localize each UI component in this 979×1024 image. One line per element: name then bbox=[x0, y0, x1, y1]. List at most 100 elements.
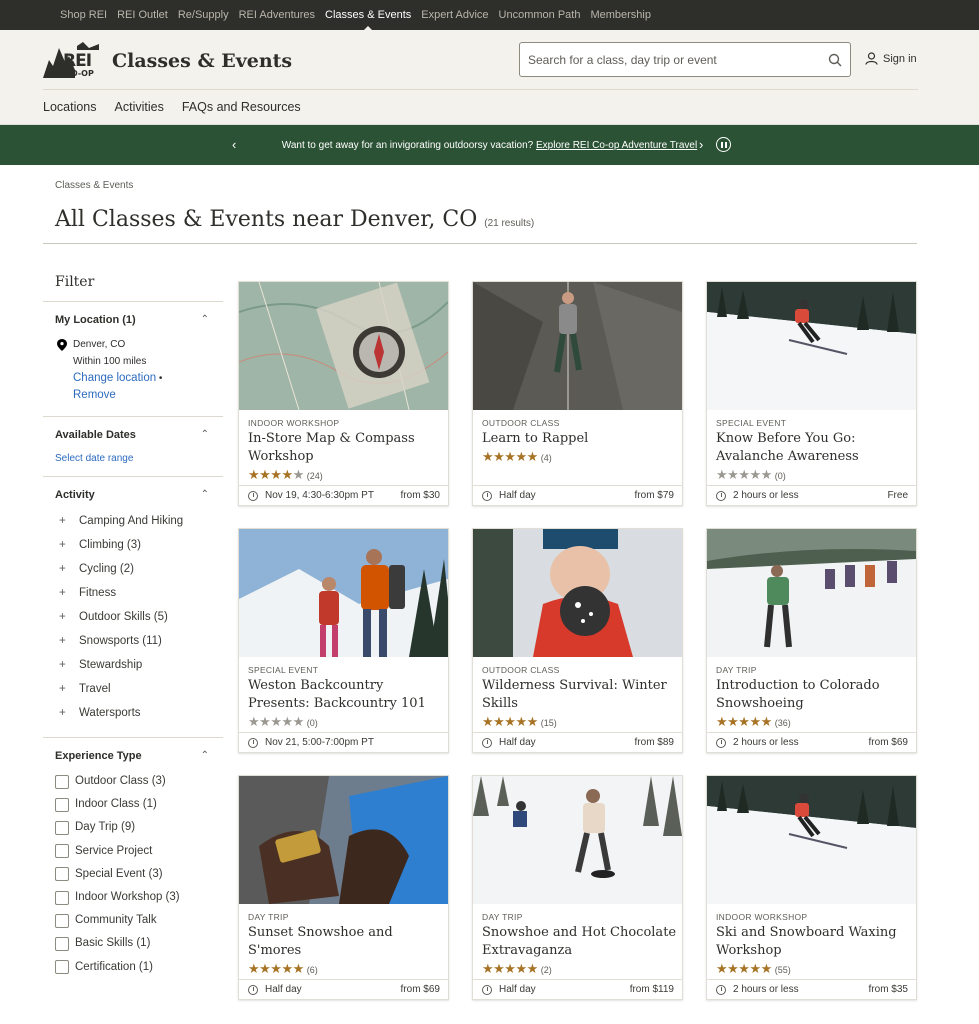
checkbox[interactable] bbox=[55, 890, 69, 905]
chevron-up-icon[interactable]: ⌃ bbox=[201, 750, 209, 761]
event-image[interactable] bbox=[707, 282, 916, 410]
event-title[interactable]: Introduction to Colorado Snowshoeing bbox=[716, 677, 911, 713]
event-image[interactable] bbox=[239, 529, 448, 657]
event-time: 2 hours or less bbox=[733, 737, 799, 748]
checkbox[interactable] bbox=[55, 913, 69, 928]
activity-filter-item[interactable]: + Cycling (2) bbox=[55, 557, 211, 581]
experience-filter-item[interactable]: Certification (1) bbox=[55, 956, 211, 979]
remove-location-link[interactable]: Remove bbox=[73, 389, 116, 401]
event-time: Half day bbox=[499, 984, 536, 995]
activity-filter-item[interactable]: + Camping And Hiking bbox=[55, 509, 211, 533]
chevron-up-icon[interactable]: ⌃ bbox=[201, 489, 209, 500]
promo-link[interactable]: Explore REI Co-op Adventure Travel bbox=[536, 140, 697, 151]
event-title[interactable]: Ski and Snowboard Waxing Workshop bbox=[716, 924, 911, 960]
clock-icon bbox=[716, 490, 726, 501]
activity-filter-item[interactable]: + Climbing (3) bbox=[55, 533, 211, 557]
event-card[interactable]: SPECIAL EVENT Know Before You Go: Avalanc… bbox=[706, 281, 917, 506]
global-nav-item[interactable]: REI Adventures bbox=[239, 0, 315, 30]
event-image[interactable] bbox=[473, 282, 682, 410]
global-nav-item[interactable]: Uncommon Path bbox=[499, 0, 581, 30]
subnav-faqs[interactable]: FAQs and Resources bbox=[182, 100, 301, 114]
event-card[interactable]: INDOOR WORKSHOP Ski and Snowboard Waxing … bbox=[706, 775, 917, 1000]
rei-logo-icon[interactable]: REI CO-OP bbox=[43, 42, 100, 78]
event-card[interactable]: INDOOR WORKSHOP In-Store Map & Compass Wo… bbox=[238, 281, 449, 506]
global-nav-item[interactable]: REI Outlet bbox=[117, 0, 168, 30]
checkbox[interactable] bbox=[55, 844, 69, 859]
clock-icon bbox=[482, 490, 492, 501]
subnav-activities[interactable]: Activities bbox=[115, 100, 164, 114]
event-title[interactable]: Know Before You Go: Avalanche Awareness bbox=[716, 430, 911, 466]
chevron-right-icon[interactable]: › bbox=[699, 137, 703, 152]
event-image[interactable] bbox=[707, 776, 916, 904]
activity-filter-item[interactable]: + Travel bbox=[55, 677, 211, 701]
event-image[interactable] bbox=[473, 529, 682, 657]
checkbox[interactable] bbox=[55, 937, 69, 952]
sign-in-link[interactable]: Sign in bbox=[865, 52, 917, 65]
event-image[interactable] bbox=[707, 529, 916, 657]
experience-filter-item[interactable]: Basic Skills (1) bbox=[55, 932, 211, 955]
checkbox[interactable] bbox=[55, 821, 69, 835]
experience-heading[interactable]: Experience Type bbox=[55, 750, 211, 762]
activity-filter-item[interactable]: + Fitness bbox=[55, 581, 211, 605]
search-box[interactable] bbox=[519, 42, 851, 77]
event-time: Half day bbox=[265, 984, 302, 995]
result-count: (21 results) bbox=[484, 218, 535, 229]
activity-filter-item[interactable]: + Outdoor Skills (5) bbox=[55, 605, 211, 629]
event-image[interactable] bbox=[473, 776, 682, 904]
event-title[interactable]: Wilderness Survival: Winter Skills bbox=[482, 677, 677, 713]
site-title[interactable]: Classes & Events bbox=[112, 50, 292, 72]
chevron-left-icon[interactable]: ‹ bbox=[232, 137, 236, 152]
event-type: DAY TRIP bbox=[716, 665, 757, 675]
activity-heading[interactable]: Activity bbox=[55, 489, 211, 501]
event-card[interactable]: DAY TRIP Introduction to Colorado Snowsho… bbox=[706, 528, 917, 753]
location-heading[interactable]: My Location (1) bbox=[55, 314, 211, 326]
global-nav-item[interactable]: Classes & Events bbox=[325, 0, 411, 30]
checkbox[interactable] bbox=[55, 774, 69, 789]
event-title[interactable]: Sunset Snowshoe and S'mores bbox=[248, 924, 443, 960]
activity-filter-item[interactable]: + Snowsports (11) bbox=[55, 629, 211, 653]
search-input[interactable] bbox=[528, 52, 820, 67]
experience-filter-item[interactable]: Community Talk bbox=[55, 909, 211, 932]
global-nav-item[interactable]: Shop REI bbox=[60, 0, 107, 30]
activity-filter-item[interactable]: + Stewardship bbox=[55, 653, 211, 677]
experience-filter-item[interactable]: Indoor Workshop (3) bbox=[55, 886, 211, 909]
global-nav-item[interactable]: Membership bbox=[590, 0, 651, 30]
experience-filter-label: Certification (1) bbox=[75, 960, 153, 973]
event-card[interactable]: SPECIAL EVENT Weston Backcountry Presents… bbox=[238, 528, 449, 753]
experience-filter-item[interactable]: Service Project bbox=[55, 840, 211, 863]
event-title[interactable]: Learn to Rappel bbox=[482, 430, 677, 448]
filter-location: My Location (1) ⌃ Denver, CO Within 100 … bbox=[43, 302, 223, 417]
event-card[interactable]: DAY TRIP Snowshoe and Hot Chocolate Extra… bbox=[472, 775, 683, 1000]
subnav-locations[interactable]: Locations bbox=[43, 100, 97, 114]
breadcrumb[interactable]: Classes & Events bbox=[55, 180, 133, 191]
checkbox[interactable] bbox=[55, 867, 69, 882]
change-location-link[interactable]: Change location bbox=[73, 372, 156, 384]
dates-heading[interactable]: Available Dates bbox=[55, 429, 211, 441]
star-rating: ★★★★★ (36) bbox=[716, 714, 791, 729]
promo-message: Want to get away for an invigorating out… bbox=[275, 139, 705, 152]
experience-filter-item[interactable]: Special Event (3) bbox=[55, 863, 211, 886]
event-card[interactable]: OUTDOOR CLASS Learn to Rappel ★★★★★ (4) Half… bbox=[472, 281, 683, 506]
event-image[interactable] bbox=[239, 776, 448, 904]
select-date-range-link[interactable]: Select date range bbox=[55, 453, 211, 464]
global-nav-item[interactable]: Re/Supply bbox=[178, 0, 229, 30]
event-card[interactable]: DAY TRIP Sunset Snowshoe and S'mores ★★★★★… bbox=[238, 775, 449, 1000]
event-title[interactable]: Weston Backcountry Presents: Backcountry… bbox=[248, 677, 443, 713]
search-icon[interactable] bbox=[820, 53, 850, 67]
event-type: OUTDOOR CLASS bbox=[482, 418, 560, 428]
experience-filter-item[interactable]: Day Trip (9) bbox=[55, 816, 211, 839]
plus-icon: + bbox=[59, 587, 66, 599]
chevron-up-icon[interactable]: ⌃ bbox=[201, 429, 209, 440]
experience-filter-item[interactable]: Outdoor Class (3) bbox=[55, 770, 211, 793]
event-image[interactable] bbox=[239, 282, 448, 410]
checkbox[interactable] bbox=[55, 797, 69, 812]
chevron-up-icon[interactable]: ⌃ bbox=[201, 314, 209, 325]
experience-filter-item[interactable]: Indoor Class (1) bbox=[55, 793, 211, 816]
activity-filter-item[interactable]: + Watersports bbox=[55, 701, 211, 725]
event-title[interactable]: In-Store Map & Compass Workshop bbox=[248, 430, 443, 466]
event-title[interactable]: Snowshoe and Hot Chocolate Extravaganza bbox=[482, 924, 677, 960]
pause-icon[interactable] bbox=[716, 137, 731, 152]
event-card[interactable]: OUTDOOR CLASS Wilderness Survival: Winter… bbox=[472, 528, 683, 753]
checkbox[interactable] bbox=[55, 960, 69, 975]
global-nav-item[interactable]: Expert Advice bbox=[421, 0, 488, 30]
